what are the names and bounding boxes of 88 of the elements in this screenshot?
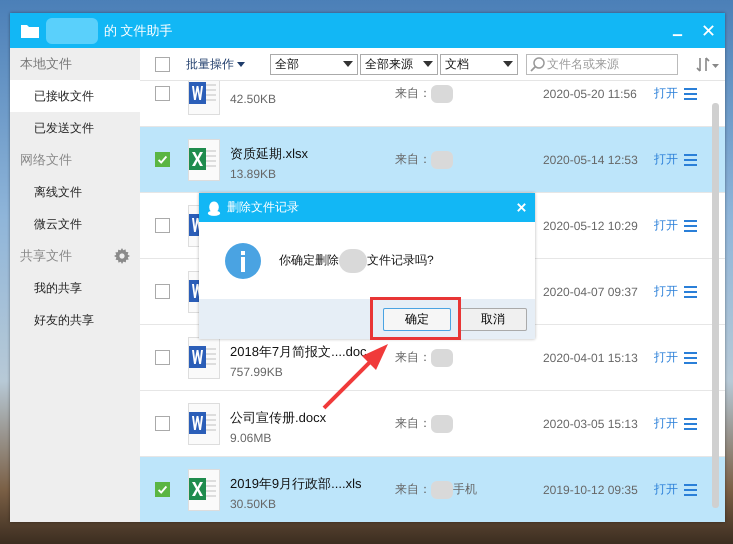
file-name: 2019年9月行政部....xls	[230, 474, 362, 492]
close-icon[interactable]	[516, 202, 527, 213]
source-label: 来自：	[395, 481, 431, 498]
row-checkbox[interactable]	[155, 218, 170, 233]
menu-icon[interactable]	[684, 484, 697, 496]
excel-file-icon	[188, 468, 220, 510]
checkmark-icon	[156, 483, 169, 496]
file-size: 13.89KB	[230, 166, 278, 180]
redacted-name	[46, 18, 98, 44]
file-date: 2020-03-05 15:13	[543, 416, 639, 430]
penguin-icon	[207, 200, 221, 216]
source-label: 来自：	[395, 151, 431, 168]
row-checkbox[interactable]	[155, 152, 170, 167]
file-date: 2020-05-14 12:53	[543, 152, 639, 166]
sort-icon[interactable]	[696, 56, 720, 72]
file-size: 42.50KB	[230, 92, 278, 106]
menu-icon[interactable]	[684, 154, 697, 166]
source-label: 来自：	[395, 85, 431, 102]
word-file-icon	[188, 336, 220, 378]
settings-icon[interactable]	[114, 248, 130, 264]
menu-icon[interactable]	[684, 352, 697, 364]
section-label: 本地文件	[20, 55, 72, 73]
row-checkbox[interactable]	[155, 482, 170, 497]
redacted-text	[339, 248, 367, 272]
window-title: 的 文件助手	[104, 22, 173, 40]
file-date: 2020-05-20 11:56	[543, 86, 638, 100]
select-all-checkbox[interactable]	[155, 56, 170, 72]
redacted-source	[431, 84, 453, 102]
sidebar-item[interactable]: 我的共享	[10, 272, 140, 304]
menu-icon[interactable]	[684, 220, 697, 232]
search-field[interactable]: 文件名或来源	[526, 54, 678, 74]
redacted-source	[431, 150, 453, 168]
dialog-message: 你确定删除	[279, 252, 339, 269]
menu-icon[interactable]	[684, 418, 697, 430]
dialog-message: 文件记录吗?	[367, 252, 434, 269]
dialog-button[interactable]: 确定	[383, 308, 451, 330]
file-name: 资质延期.xlsx	[230, 144, 309, 162]
source-label: 来自：	[395, 415, 431, 432]
word-file-icon	[188, 402, 220, 444]
filter-dropdown[interactable]: 文档	[440, 54, 518, 74]
search-icon	[530, 56, 545, 72]
checkmark-icon	[156, 153, 169, 166]
caret-icon	[423, 61, 433, 67]
open-link[interactable]: 打开	[654, 217, 684, 234]
redacted-source	[431, 414, 453, 432]
open-link[interactable]: 打开	[654, 415, 684, 432]
row-checkbox[interactable]	[155, 86, 170, 101]
sidebar-item[interactable]: 已发送文件	[10, 112, 140, 144]
row-checkbox[interactable]	[155, 350, 170, 365]
row-checkbox[interactable]	[155, 284, 170, 299]
sidebar-item[interactable]: 离线文件	[10, 176, 140, 208]
caret-icon	[343, 61, 353, 67]
file-date: 2020-04-07 09:37	[543, 284, 639, 298]
section-label: 网络文件	[20, 151, 72, 169]
dialog-button[interactable]: 取消	[459, 308, 527, 330]
excel-file-icon	[188, 138, 220, 180]
info-icon	[225, 242, 261, 278]
source-text: 手机	[453, 481, 477, 498]
menu-icon[interactable]	[684, 88, 697, 100]
file-date: 2020-04-01 15:13	[543, 350, 639, 364]
file-name: 公司宣传册.docx	[230, 408, 328, 426]
file-date: 2019-10-12 09:35	[543, 482, 639, 496]
open-link[interactable]: 打开	[654, 283, 684, 300]
filter-dropdown[interactable]: 全部	[270, 54, 358, 74]
folder-icon	[20, 22, 40, 39]
sidebar-item[interactable]: 已接收文件	[10, 80, 140, 112]
batch-operation-button[interactable]: 批量操作	[184, 54, 270, 74]
file-size: 757.99KB	[230, 364, 284, 378]
caret-icon	[503, 61, 513, 67]
close-icon[interactable]	[702, 24, 715, 37]
file-name: 2018年7月简报文....doc	[230, 342, 368, 360]
section-label: 共享文件	[20, 247, 72, 265]
menu-icon[interactable]	[684, 286, 697, 298]
filter-dropdown[interactable]: 全部来源	[360, 54, 438, 74]
redacted-source	[431, 348, 453, 366]
open-link[interactable]: 打开	[654, 349, 684, 366]
file-size: 30.50KB	[230, 496, 278, 510]
source-label: 来自：	[395, 349, 431, 366]
file-size: 9.06MB	[230, 430, 272, 444]
redacted-source	[431, 480, 453, 498]
row-checkbox[interactable]	[155, 416, 170, 431]
caret-icon	[237, 62, 245, 66]
sidebar-item[interactable]: 微云文件	[10, 208, 140, 240]
scrollbar[interactable]	[712, 103, 719, 508]
open-link[interactable]: 打开	[654, 85, 684, 102]
file-date: 2020-05-12 10:29	[543, 218, 639, 232]
dialog-title: 删除文件记录	[227, 199, 300, 216]
sidebar-item[interactable]: 好友的共享	[10, 304, 140, 336]
